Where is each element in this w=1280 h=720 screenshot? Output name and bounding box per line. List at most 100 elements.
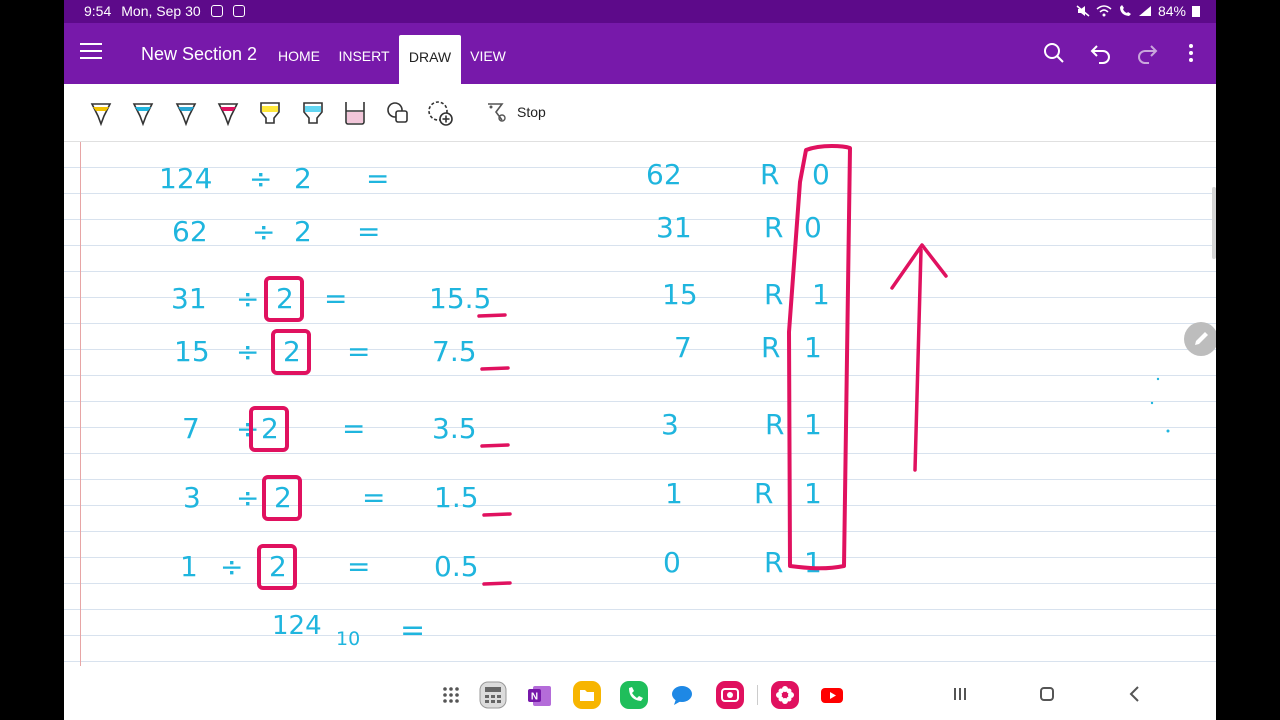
row-remainder: 1 bbox=[812, 278, 830, 311]
phone-app-icon[interactable] bbox=[619, 680, 649, 710]
apps-grid-icon[interactable] bbox=[436, 680, 466, 710]
highlighter-yellow-icon[interactable] bbox=[255, 98, 285, 128]
row-decimal-result: 15.5 bbox=[429, 282, 491, 315]
ink-dot bbox=[1156, 377, 1160, 381]
highlighter-pink-icon[interactable] bbox=[340, 98, 370, 128]
row-remainder-label: R bbox=[765, 408, 784, 441]
draw-ribbon: Stop bbox=[64, 84, 1216, 142]
row-divisor: 2 bbox=[269, 550, 287, 583]
row-remainder-label: R bbox=[764, 278, 783, 311]
tab-insert[interactable]: INSERT bbox=[334, 23, 394, 84]
pen-cyan-icon[interactable] bbox=[128, 98, 158, 128]
redo-icon[interactable] bbox=[1135, 41, 1159, 65]
tab-home[interactable]: HOME bbox=[270, 23, 328, 84]
tablet-screen: 9:54 Mon, Sep 30 84% New Section 2 HOME … bbox=[64, 0, 1216, 720]
row-divisor: 2 bbox=[274, 481, 292, 514]
fraction-underline bbox=[480, 443, 510, 448]
signal-icon bbox=[1138, 6, 1151, 16]
row-remainder-label: R bbox=[754, 477, 773, 510]
row-equals: = bbox=[347, 335, 370, 368]
row-divisor: 2 bbox=[294, 215, 312, 248]
onenote-app-icon[interactable]: N bbox=[525, 680, 555, 710]
stop-button-label[interactable]: Stop bbox=[517, 104, 546, 120]
dock-divider bbox=[757, 685, 758, 705]
row-divide-sign: ÷ bbox=[249, 162, 272, 195]
row-remainder: 0 bbox=[812, 158, 830, 191]
pen-blue-icon[interactable] bbox=[171, 98, 201, 128]
status-bar: 9:54 Mon, Sep 30 84% bbox=[64, 0, 1216, 23]
row-equals: = bbox=[366, 162, 389, 195]
division-rows: 124 ÷ 2 = 62 R 062 ÷ 2 = 31 R 031 ÷ 2 = 15.5 15 R 115 ÷ 2 = 7.5… bbox=[159, 158, 830, 590]
messages-app-icon[interactable] bbox=[667, 680, 697, 710]
row-dividend: 7 bbox=[182, 412, 200, 445]
hamburger-menu-icon[interactable] bbox=[80, 43, 102, 63]
youtube-app-icon[interactable] bbox=[817, 680, 847, 710]
row-decimal-result: 3.5 bbox=[432, 412, 477, 445]
stop-ink-to-math-icon[interactable] bbox=[482, 98, 512, 128]
navigation-bar: N bbox=[64, 666, 1216, 720]
row-remainder-label: R bbox=[764, 546, 783, 579]
shapes-icon[interactable] bbox=[383, 98, 413, 128]
camera-app-icon[interactable] bbox=[715, 680, 745, 710]
row-remainder: 1 bbox=[804, 408, 822, 441]
row-divide-sign: ÷ bbox=[252, 215, 275, 248]
pen-yellow-icon[interactable] bbox=[86, 98, 116, 128]
recent-apps-icon[interactable] bbox=[948, 682, 972, 706]
wifi-icon bbox=[1096, 5, 1112, 17]
fraction-underline bbox=[482, 581, 512, 586]
battery-icon bbox=[1192, 6, 1200, 17]
ink-dot bbox=[1166, 429, 1170, 433]
result-equals: = bbox=[400, 613, 425, 648]
row-divide-sign: ÷ bbox=[236, 335, 259, 368]
more-options-icon[interactable] bbox=[1179, 41, 1203, 65]
note-canvas[interactable]: 124 ÷ 2 = 62 R 0 62 ÷ 2 = 31 R 0 31 ÷ 2 = 15.5 15 R 1 15 ÷ 2 = 7.5… bbox=[64, 142, 1216, 672]
status-date: Mon, Sep 30 bbox=[121, 3, 201, 19]
tab-view[interactable]: VIEW bbox=[464, 23, 512, 84]
battery-percent: 84% bbox=[1157, 3, 1186, 19]
status-time: 9:54 bbox=[84, 3, 112, 19]
row-divisor: 2 bbox=[261, 412, 279, 445]
row-dividend: 31 bbox=[171, 282, 207, 315]
tab-draw[interactable]: DRAW bbox=[399, 35, 461, 84]
result-base-subscript: 10 bbox=[336, 628, 360, 650]
row-dividend: 62 bbox=[172, 215, 208, 248]
home-icon[interactable] bbox=[1035, 682, 1059, 706]
calculator-app-icon[interactable] bbox=[478, 680, 508, 710]
read-upward-arrow bbox=[913, 248, 923, 472]
row-divisor: 2 bbox=[276, 282, 294, 315]
pen-magenta-icon[interactable] bbox=[213, 98, 243, 128]
row-equals: = bbox=[342, 412, 365, 445]
row-decimal-result: 1.5 bbox=[434, 481, 479, 514]
app-bar: New Section 2 HOME INSERT DRAW VIEW bbox=[64, 23, 1216, 84]
back-icon[interactable] bbox=[1123, 682, 1147, 706]
row-quotient: 7 bbox=[674, 331, 692, 364]
row-equals: = bbox=[362, 481, 385, 514]
undo-icon[interactable] bbox=[1089, 41, 1113, 65]
files-app-icon[interactable] bbox=[572, 680, 602, 710]
row-divide-sign: ÷ bbox=[236, 481, 259, 514]
row-remainder: 1 bbox=[804, 331, 822, 364]
row-dividend: 1 bbox=[180, 550, 198, 583]
row-remainder: 1 bbox=[804, 546, 822, 579]
screen-recorder-icon bbox=[232, 5, 245, 17]
row-quotient: 1 bbox=[665, 477, 683, 510]
row-quotient: 3 bbox=[661, 408, 679, 441]
row-remainder: 0 bbox=[804, 211, 822, 244]
row-dividend: 15 bbox=[174, 335, 210, 368]
handwriting-layer: 124 ÷ 2 = 62 R 062 ÷ 2 = 31 R 031 ÷ 2 = 15.5 15 R 115 ÷ 2 = 7.5… bbox=[159, 144, 1170, 650]
row-remainder-label: R bbox=[764, 211, 783, 244]
row-quotient: 0 bbox=[663, 546, 681, 579]
row-remainder-label: R bbox=[761, 331, 780, 364]
search-icon[interactable] bbox=[1042, 41, 1066, 65]
svg-text:N: N bbox=[531, 692, 538, 703]
row-divide-sign: ÷ bbox=[236, 282, 259, 315]
lasso-add-icon[interactable] bbox=[425, 98, 455, 128]
wifi-calling-icon bbox=[1119, 5, 1131, 16]
pencil-icon bbox=[1195, 332, 1208, 345]
highlighter-cyan-icon[interactable] bbox=[298, 98, 328, 128]
pen-fab-button[interactable] bbox=[1184, 322, 1216, 356]
row-remainder-label: R bbox=[760, 158, 779, 191]
row-divide-sign: ÷ bbox=[220, 550, 243, 583]
row-dividend: 3 bbox=[183, 481, 201, 514]
bixby-app-icon[interactable] bbox=[770, 680, 800, 710]
